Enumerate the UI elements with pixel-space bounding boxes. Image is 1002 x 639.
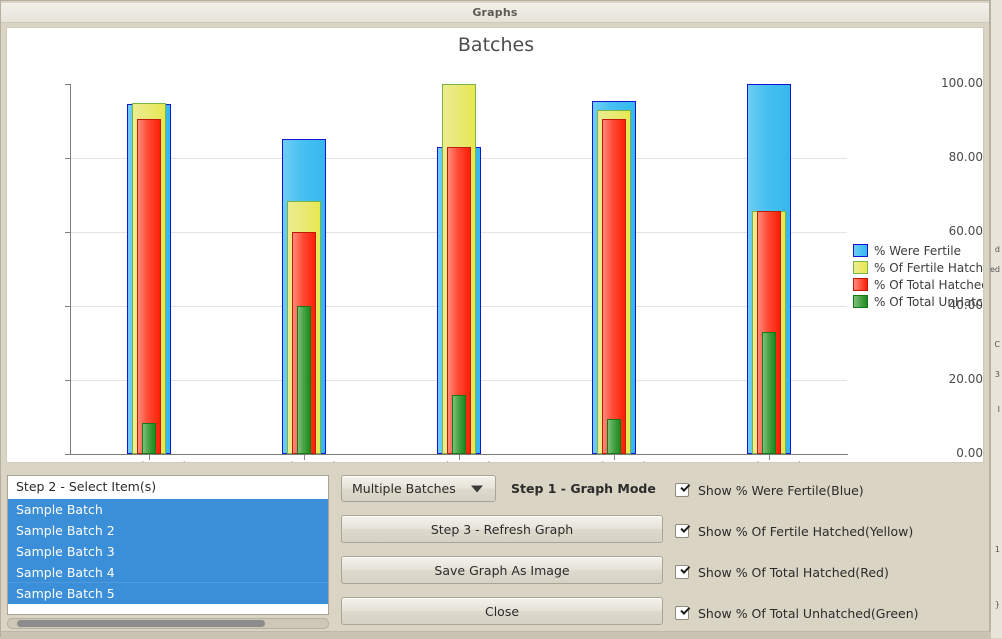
legend-row: % Of Total UnHatched <box>853 293 983 310</box>
chevron-down-icon <box>471 485 483 492</box>
legend-label: % Of Total UnHatched <box>874 294 983 309</box>
window-title: Graphs <box>472 6 518 19</box>
x-axis-tick-mark <box>459 455 460 460</box>
legend-swatch-green <box>853 295 868 308</box>
bar-green <box>452 394 466 454</box>
list-item[interactable]: Sample Batch 3 <box>8 541 328 562</box>
background-text-fragment: C <box>994 340 1000 349</box>
select-items-listbox[interactable]: Step 2 - Select Item(s) Sample Batch Samp… <box>7 475 329 615</box>
series-checkbox-row[interactable]: Show % Of Total Hatched(Red) <box>675 563 889 581</box>
legend-label: % Of Fertile Hatched <box>874 260 984 275</box>
legend-swatch-blue <box>853 244 868 257</box>
refresh-graph-button[interactable]: Step 3 - Refresh Graph <box>341 515 663 543</box>
legend-swatch-yellow <box>853 261 868 274</box>
list-item[interactable]: Sample Batch 5 <box>8 583 328 604</box>
legend-row: % Were Fertile <box>853 242 983 259</box>
x-axis-tick-mark <box>769 455 771 460</box>
background-text-fragment: I <box>997 405 1000 414</box>
graph-mode-value: Multiple Batches <box>352 481 456 496</box>
chart-panel: Batches 0.0020.0040.0060.0080.00100.00 S… <box>6 27 984 463</box>
series-checkbox-row[interactable]: Show % Of Fertile Hatched(Yellow) <box>675 522 913 540</box>
series-checkbox-row[interactable]: Show % Were Fertile(Blue) <box>675 481 864 499</box>
x-axis-tick-label: Sample Batch <box>69 460 229 462</box>
bar-green <box>141 422 156 454</box>
legend-swatch-red <box>853 278 868 291</box>
bar-green <box>607 418 622 454</box>
listbox-empty-area <box>8 604 328 614</box>
legend-row: % Of Fertile Hatched <box>853 259 984 276</box>
checkbox-icon[interactable] <box>675 522 691 538</box>
background-window-sliver: d ed C 3 I 1} <box>990 0 1002 638</box>
x-axis-tick-label: Sample Batch 2 <box>224 460 384 462</box>
x-axis-tick-label: Sample Batch 5 <box>689 460 849 462</box>
x-axis-tick-label: Sample Batch 4 <box>534 460 694 462</box>
bar-green <box>296 306 311 454</box>
check-mark-icon <box>680 522 691 533</box>
close-button[interactable]: Close <box>341 597 663 625</box>
bar-red <box>602 119 627 454</box>
y-axis-tick-label: 60.00 <box>948 224 983 238</box>
step1-label: Step 1 - Graph Mode <box>511 481 656 496</box>
background-text-fragment: ed <box>990 265 1000 274</box>
legend-label: % Were Fertile <box>874 243 961 258</box>
window-titlebar: Graphs <box>1 3 989 23</box>
listbox-header: Step 2 - Select Item(s) <box>8 476 328 499</box>
y-axis-tick-label: 80.00 <box>948 150 983 164</box>
series-checkbox-row[interactable]: Show % Of Total Unhatched(Green) <box>675 604 919 622</box>
list-item[interactable]: Sample Batch 2 <box>8 520 328 541</box>
y-axis-tick-label: 100.00 <box>941 76 983 90</box>
background-text-fragment: d <box>994 245 1000 254</box>
legend-row: % Of Total Hatched <box>853 276 984 293</box>
plot-area <box>71 84 847 454</box>
check-mark-icon <box>680 604 691 615</box>
list-item[interactable]: Sample Batch <box>8 499 328 520</box>
graphs-window: Graphs Batches 0.00 20.00 40.00 60.00 80.00 1… <box>0 0 991 639</box>
save-graph-as-image-button[interactable]: Save Graph As Image <box>341 556 663 584</box>
check-mark-icon <box>680 481 691 492</box>
chart-title: Batches <box>457 34 535 56</box>
x-axis-tick-label: Sample Batch 3 <box>379 460 539 462</box>
controls-panel: Step 2 - Select Item(s) Sample Batch Samp… <box>1 467 989 637</box>
y-axis-tick-label: 20.00 <box>948 372 983 386</box>
checkbox-label: Show % Of Total Hatched(Red) <box>698 564 889 580</box>
y-axis-tick-label: 0.00 <box>956 446 983 460</box>
y-axis-tick-mark <box>65 454 71 455</box>
checkbox-label: Show % Of Total Unhatched(Green) <box>698 605 919 621</box>
graph-mode-dropdown[interactable]: Multiple Batches <box>341 475 496 502</box>
list-item[interactable]: Sample Batch 4 <box>8 562 328 583</box>
check-mark-icon <box>680 563 691 574</box>
checkbox-icon[interactable] <box>675 563 691 579</box>
x-axis-tick-mark <box>614 455 616 460</box>
background-text-fragment: 3 <box>994 370 1000 379</box>
listbox-horizontal-scrollbar[interactable] <box>7 618 329 629</box>
checkbox-icon[interactable] <box>675 481 691 497</box>
checkbox-label: Show % Of Fertile Hatched(Yellow) <box>698 523 914 539</box>
background-text-fragment: 1 <box>994 545 1000 554</box>
bar-green <box>762 331 777 454</box>
checkbox-icon[interactable] <box>675 604 691 620</box>
scrollbar-thumb[interactable] <box>17 620 265 627</box>
listbox-items[interactable]: Sample Batch Sample Batch 2 Sample Batch 3… <box>8 499 328 604</box>
x-axis-tick-mark <box>148 455 150 460</box>
checkbox-label: Show % Were Fertile(Blue) <box>698 482 864 498</box>
chart-legend: % Were Fertile % Of Fertile Hatched % Of T… <box>853 242 984 310</box>
legend-label: % Of Total Hatched <box>874 277 984 292</box>
background-text-fragment: } <box>994 600 1000 609</box>
bar-red <box>136 119 161 454</box>
x-axis-tick-mark <box>303 455 305 460</box>
